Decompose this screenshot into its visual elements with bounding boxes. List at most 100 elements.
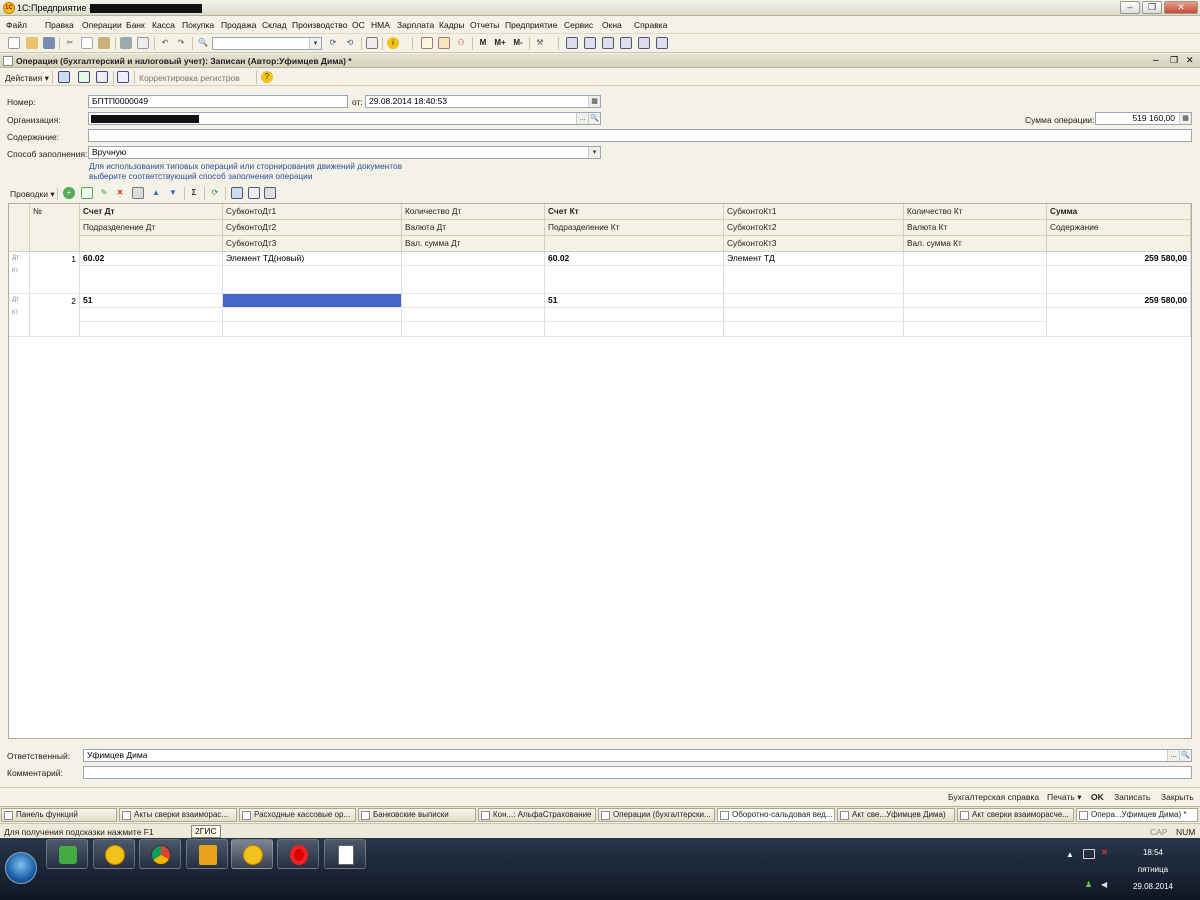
number-field[interactable]: БПТП0000049 xyxy=(88,95,348,108)
cell-r3-kt[interactable] xyxy=(545,322,724,337)
accounting-reference-button[interactable]: Бухгалтерская справка xyxy=(948,792,1039,802)
taskbar-app-1[interactable] xyxy=(46,839,88,869)
cell-currency-dt[interactable] xyxy=(402,266,545,294)
catalog-icon[interactable] xyxy=(602,37,614,49)
menu-hr[interactable]: Кадры xyxy=(439,20,464,30)
tray-arrow-icon[interactable]: ▲ xyxy=(1066,850,1074,859)
taskbar-app-opera[interactable] xyxy=(277,839,319,869)
cell-currency-kt[interactable] xyxy=(904,308,1047,322)
paste-icon[interactable] xyxy=(98,37,110,49)
cell-sub-dt1[interactable]: Элемент ТД(новый) xyxy=(223,252,402,266)
tab-operations[interactable]: Операции (бухгалтерски... xyxy=(598,808,715,822)
settings-icon[interactable] xyxy=(656,37,668,49)
cell-content[interactable] xyxy=(1047,266,1191,294)
taskbar-app-1c-active[interactable] xyxy=(231,839,273,869)
post-and-close-icon[interactable] xyxy=(58,71,70,83)
cell-currency-kt[interactable] xyxy=(904,266,1047,294)
undo-icon[interactable]: ↶ xyxy=(159,37,171,49)
cell-content[interactable] xyxy=(1047,308,1191,337)
org-search-icon[interactable]: 🔍 xyxy=(588,113,600,124)
cell-qty-dt[interactable] xyxy=(402,252,545,266)
taskbar-app-chrome[interactable] xyxy=(139,839,181,869)
memory-button[interactable]: M xyxy=(477,37,489,49)
tools-icon[interactable]: ⚒ xyxy=(534,37,546,49)
move-down-icon[interactable]: ▼ xyxy=(167,187,179,199)
new-doc-icon[interactable] xyxy=(8,37,20,49)
doc-minimize-icon[interactable]: – xyxy=(1153,55,1159,66)
doc-restore-icon[interactable]: ❐ xyxy=(1170,55,1178,66)
cell-dept-dt[interactable] xyxy=(80,308,223,322)
menu-warehouse[interactable]: Склад xyxy=(262,20,287,30)
cell-currency-dt[interactable] xyxy=(402,308,545,322)
print-button[interactable]: Печать ▾ xyxy=(1047,792,1081,803)
print-entries-icon[interactable] xyxy=(264,187,276,199)
add-row-icon[interactable]: + xyxy=(63,187,75,199)
ok-button[interactable]: OK xyxy=(1091,792,1104,802)
menu-service[interactable]: Сервис xyxy=(564,20,593,30)
tray-network-icon[interactable] xyxy=(1083,849,1095,859)
select-icon[interactable] xyxy=(231,187,243,199)
sum-field[interactable]: 519 160,00 ▦ xyxy=(1095,112,1192,125)
menu-windows[interactable]: Окна xyxy=(602,20,622,30)
close-button[interactable]: ✕ xyxy=(1164,1,1198,14)
copy-icon[interactable] xyxy=(81,37,93,49)
menu-operations[interactable]: Операции xyxy=(82,20,122,30)
memory-minus-button[interactable]: M- xyxy=(510,37,526,49)
tab-current-operation[interactable]: Опера...Уфимцев Дима) * xyxy=(1076,808,1198,822)
cell-sub-kt1[interactable]: Элемент ТД xyxy=(724,252,904,266)
responsible-field[interactable]: Уфимцев Дима … 🔍 xyxy=(83,749,1192,762)
calculator-icon-small[interactable]: ▦ xyxy=(1179,113,1191,124)
save-button[interactable]: Записать xyxy=(1114,792,1150,802)
toolbar-search-input[interactable]: ▾ xyxy=(212,37,322,50)
memory-plus-button[interactable]: M+ xyxy=(492,37,508,49)
menu-reports[interactable]: Отчеты xyxy=(470,20,499,30)
taskbar-app-2gis[interactable] xyxy=(186,839,228,869)
tab-functions-panel[interactable]: Панель функций xyxy=(1,808,117,822)
cell-qty-kt[interactable] xyxy=(904,252,1047,266)
fill-method-select[interactable]: Вручную ▾ xyxy=(88,146,601,159)
redo-icon[interactable]: ↷ xyxy=(175,37,187,49)
end-edit-icon[interactable] xyxy=(132,187,144,199)
registers-correction-button[interactable]: Корректировка регистров xyxy=(139,73,240,83)
cell-qty-kt[interactable] xyxy=(904,294,1047,308)
date-picker-icon[interactable]: ▦ xyxy=(588,96,600,107)
entries-menu[interactable]: Проводки ▾ xyxy=(10,189,55,200)
tab-turnover-balance[interactable]: Оборотно-сальдовая вед... xyxy=(717,808,835,822)
tab-alfastrakhovanie[interactable]: Кон...: АльфаСтрахование xyxy=(478,808,596,822)
find-next-icon[interactable]: ⟳ xyxy=(327,37,339,49)
tab-reconciliation-acts[interactable]: Акты сверки взаиморас... xyxy=(119,808,237,822)
windows-icon[interactable] xyxy=(366,37,378,49)
cell-cur-sum-kt[interactable] xyxy=(904,322,1047,337)
entries-table[interactable]: № Счет Дт СубконтоДт1 Количество Дт Счет… xyxy=(8,203,1192,739)
copy-doc-icon[interactable] xyxy=(96,71,108,83)
menu-fixed-assets[interactable]: ОС xyxy=(352,20,365,30)
search-icon[interactable]: 🔍 xyxy=(197,37,209,49)
users-list-icon[interactable] xyxy=(620,37,632,49)
tray-volume-icon[interactable]: ◀ xyxy=(1101,880,1107,889)
start-button[interactable] xyxy=(5,852,37,884)
menu-intangibles[interactable]: НМА xyxy=(371,20,390,30)
menu-production[interactable]: Производство xyxy=(292,20,347,30)
cell-sub-kt2[interactable] xyxy=(724,266,904,294)
copy-row-icon[interactable] xyxy=(81,187,93,199)
organization-field[interactable]: … 🔍 xyxy=(88,112,601,125)
cell-r3-dt[interactable] xyxy=(80,322,223,337)
cell-acc-dt[interactable]: 60.02 xyxy=(80,252,223,266)
cell-sub-dt2[interactable] xyxy=(223,308,402,322)
org-select-button[interactable]: … xyxy=(576,113,588,124)
table-row[interactable]: Дт Кт 1 60.02 Элемент ТД(новый) 60.02 Эле… xyxy=(9,252,1191,294)
menu-cash[interactable]: Касса xyxy=(152,20,175,30)
menu-salary[interactable]: Зарплата xyxy=(397,20,434,30)
doc-close-icon[interactable]: ✕ xyxy=(1186,55,1194,66)
tab-act-reconciliation-1[interactable]: Акт све...Уфимцев Дима) xyxy=(837,808,955,822)
menu-edit[interactable]: Правка xyxy=(45,20,74,30)
tab-act-reconciliation-2[interactable]: Акт сверки взаиморасче... xyxy=(957,808,1074,822)
cell-acc-dt[interactable]: 51 xyxy=(80,294,223,308)
cell-sub-kt1[interactable] xyxy=(724,294,904,308)
tray-user-icon[interactable]: ♟ xyxy=(1085,880,1092,889)
delete-row-icon[interactable]: ✕ xyxy=(114,187,126,199)
journal-icon[interactable] xyxy=(566,37,578,49)
filter-icon[interactable] xyxy=(248,187,260,199)
actions-menu[interactable]: Действия ▾ xyxy=(5,73,49,84)
cell-sub-kt3[interactable] xyxy=(724,322,904,337)
